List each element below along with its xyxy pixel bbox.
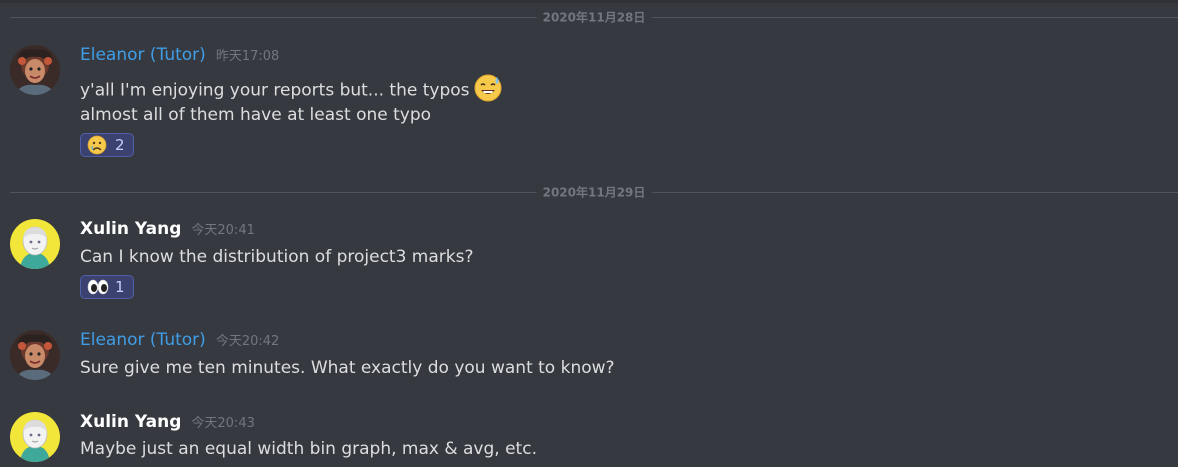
author-name[interactable]: Xulin Yang (80, 219, 181, 239)
message-text: Maybe just an equal width bin graph, max… (80, 439, 537, 459)
eyes-icon (87, 277, 109, 297)
avatar[interactable] (10, 219, 60, 269)
reaction-count: 1 (115, 278, 125, 296)
date-divider: 2020年11月28日 (10, 8, 1178, 26)
date-divider: 2020年11月29日 (10, 183, 1178, 201)
message-line: y'all I'm enjoying your reports but... t… (80, 80, 470, 101)
top-border (0, 0, 1178, 3)
avatar[interactable] (10, 412, 60, 462)
message-line: Can I know the distribution of project3 … (80, 247, 474, 267)
avatar-student-image (10, 219, 60, 269)
reaction-button[interactable]: 2 (80, 133, 134, 157)
avatar-tutor-image (10, 45, 60, 95)
avatar[interactable] (10, 330, 60, 380)
author-name[interactable]: Eleanor (Tutor) (80, 330, 206, 350)
message-header: Eleanor (Tutor) 今天20:42 (80, 330, 279, 350)
message-text: Can I know the distribution of project3 … (80, 247, 474, 267)
avatar-student-image (10, 412, 60, 462)
chat-window: 2020年11月28日 Eleanor (Tutor) 昨天17:08 y'all… (0, 0, 1178, 467)
timestamp: 昨天17:08 (215, 49, 280, 64)
date-divider-label: 2020年11月29日 (536, 183, 652, 201)
author-name[interactable]: Eleanor (Tutor) (80, 45, 206, 65)
avatar-tutor-image (10, 330, 60, 380)
message-line: Maybe just an equal width bin graph, max… (80, 439, 537, 459)
reaction-button[interactable]: 1 (80, 275, 134, 299)
reaction-count: 2 (115, 136, 125, 154)
sweat-smile-icon (474, 74, 502, 107)
crying-face-icon (87, 135, 109, 155)
message-text: almost all of them have at least one typ… (80, 105, 431, 125)
message-header: Eleanor (Tutor) 昨天17:08 (80, 45, 279, 65)
timestamp: 今天20:43 (191, 416, 255, 431)
message-line: almost all of them have at least one typ… (80, 105, 432, 125)
author-name[interactable]: Xulin Yang (80, 412, 181, 432)
message-text: Sure give me ten minutes. What exactly d… (80, 358, 615, 378)
date-divider-label: 2020年11月28日 (536, 8, 652, 26)
timestamp: 今天20:42 (215, 334, 280, 349)
avatar[interactable] (10, 45, 60, 95)
message-text: y'all I'm enjoying your reports but... t… (80, 74, 502, 107)
timestamp: 今天20:41 (191, 223, 255, 238)
message-header: Xulin Yang 今天20:41 (80, 219, 255, 239)
message-header: Xulin Yang 今天20:43 (80, 412, 255, 432)
message-line: Sure give me ten minutes. What exactly d… (80, 358, 615, 378)
